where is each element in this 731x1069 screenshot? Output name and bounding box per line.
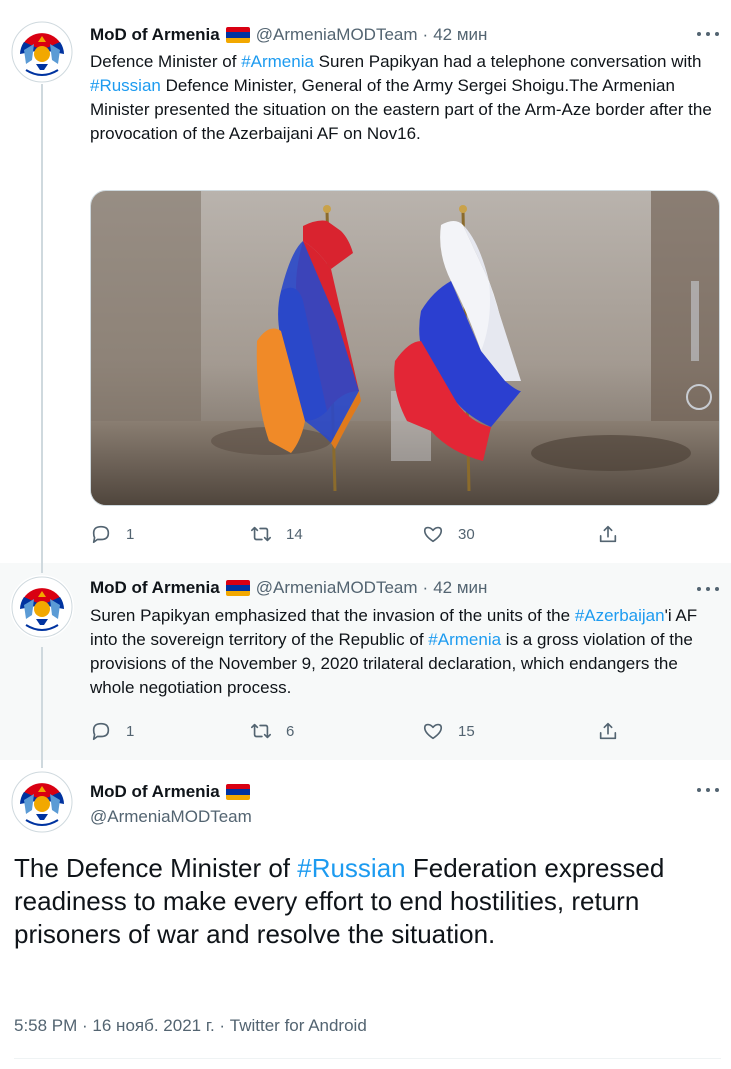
reply-icon (92, 722, 110, 741)
reply-count: 1 (126, 525, 135, 543)
tweet-timestamp[interactable]: 42 мин (433, 578, 487, 598)
tweet-actions: 1 6 15 (90, 720, 630, 744)
author-handle[interactable]: @ArmeniaMODTeam (256, 25, 418, 45)
heart-icon (423, 723, 443, 740)
like-button[interactable]: 15 (422, 720, 475, 742)
hashtag-link[interactable]: #Armenia (428, 630, 501, 649)
thread-line (41, 647, 43, 760)
reply-count: 1 (126, 722, 135, 740)
more-options-icon[interactable] (697, 26, 719, 42)
retweet-count: 14 (286, 525, 303, 543)
retweet-button[interactable]: 14 (250, 523, 303, 545)
author-name[interactable]: MoD of Armenia (90, 782, 220, 802)
thread-line (41, 84, 43, 563)
tweet-meta[interactable]: 5:58 PM · 16 нояб. 2021 г. · Twitter for… (14, 1016, 367, 1036)
like-count: 15 (458, 722, 475, 740)
hashtag-link[interactable]: #Russian (297, 853, 405, 883)
mod-armenia-emblem-icon (10, 20, 74, 84)
hashtag-link[interactable]: #Russian (90, 76, 161, 95)
retweet-icon (251, 723, 271, 739)
tweet-3-focused: MoD of Armenia @ArmeniaMODTeam The Defen… (0, 760, 731, 1069)
retweet-icon (251, 526, 271, 542)
tweet-text: Suren Papikyan emphasized that the invas… (90, 606, 698, 697)
avatar[interactable] (10, 770, 74, 834)
retweet-button[interactable]: 6 (250, 720, 294, 742)
like-count: 30 (458, 525, 475, 543)
tweet-header: MoD of Armenia @ArmeniaMODTeam · 42 мин (90, 577, 691, 599)
armenia-flag-icon (225, 784, 250, 800)
author-handle[interactable]: @ArmeniaMODTeam (90, 805, 256, 829)
tweet-header: MoD of Armenia @ArmeniaMODTeam (90, 780, 256, 829)
share-button[interactable] (597, 720, 633, 742)
divider (14, 1058, 721, 1059)
separator: · (422, 25, 429, 44)
reply-button[interactable]: 1 (90, 720, 134, 742)
avatar[interactable] (10, 20, 74, 84)
avatar[interactable] (10, 575, 74, 639)
tweet-text: The Defence Minister of #Russian Federat… (14, 853, 665, 949)
tweet-actions: 1 14 30 (90, 523, 630, 547)
reply-button[interactable]: 1 (90, 523, 134, 545)
armenia-flag-icon (225, 580, 250, 596)
mod-armenia-emblem-icon (10, 770, 74, 834)
reply-icon (92, 525, 110, 544)
mod-armenia-emblem-icon (10, 575, 74, 639)
more-options-icon[interactable] (697, 581, 719, 597)
tweet-text: Defence Minister of #Armenia Suren Papik… (90, 52, 712, 143)
tweet-header: MoD of Armenia @ArmeniaMODTeam · 42 мин (90, 24, 691, 46)
hashtag-link[interactable]: #Armenia (241, 52, 314, 71)
heart-icon (423, 526, 443, 543)
share-icon (599, 722, 617, 740)
thread-line (41, 760, 43, 768)
separator: · (422, 578, 429, 597)
like-button[interactable]: 30 (422, 523, 475, 545)
more-options-icon[interactable] (697, 782, 719, 798)
share-icon (599, 525, 617, 543)
author-handle[interactable]: @ArmeniaMODTeam (256, 578, 418, 598)
author-name[interactable]: MoD of Armenia (90, 25, 220, 45)
tweet-2[interactable]: MoD of Armenia @ArmeniaMODTeam · 42 мин … (0, 563, 731, 760)
author-name[interactable]: MoD of Armenia (90, 578, 220, 598)
armenia-flag-icon (225, 27, 250, 43)
tweet-timestamp[interactable]: 42 мин (433, 25, 487, 45)
retweet-count: 6 (286, 722, 295, 740)
share-button[interactable] (597, 523, 633, 545)
flags-photo-icon (91, 191, 719, 505)
thread-line (41, 563, 43, 573)
tweet-media-photo[interactable] (90, 190, 720, 506)
hashtag-link[interactable]: #Azerbaijan (575, 606, 665, 625)
tweet-1[interactable]: MoD of Armenia @ArmeniaMODTeam · 42 мин … (0, 0, 731, 563)
